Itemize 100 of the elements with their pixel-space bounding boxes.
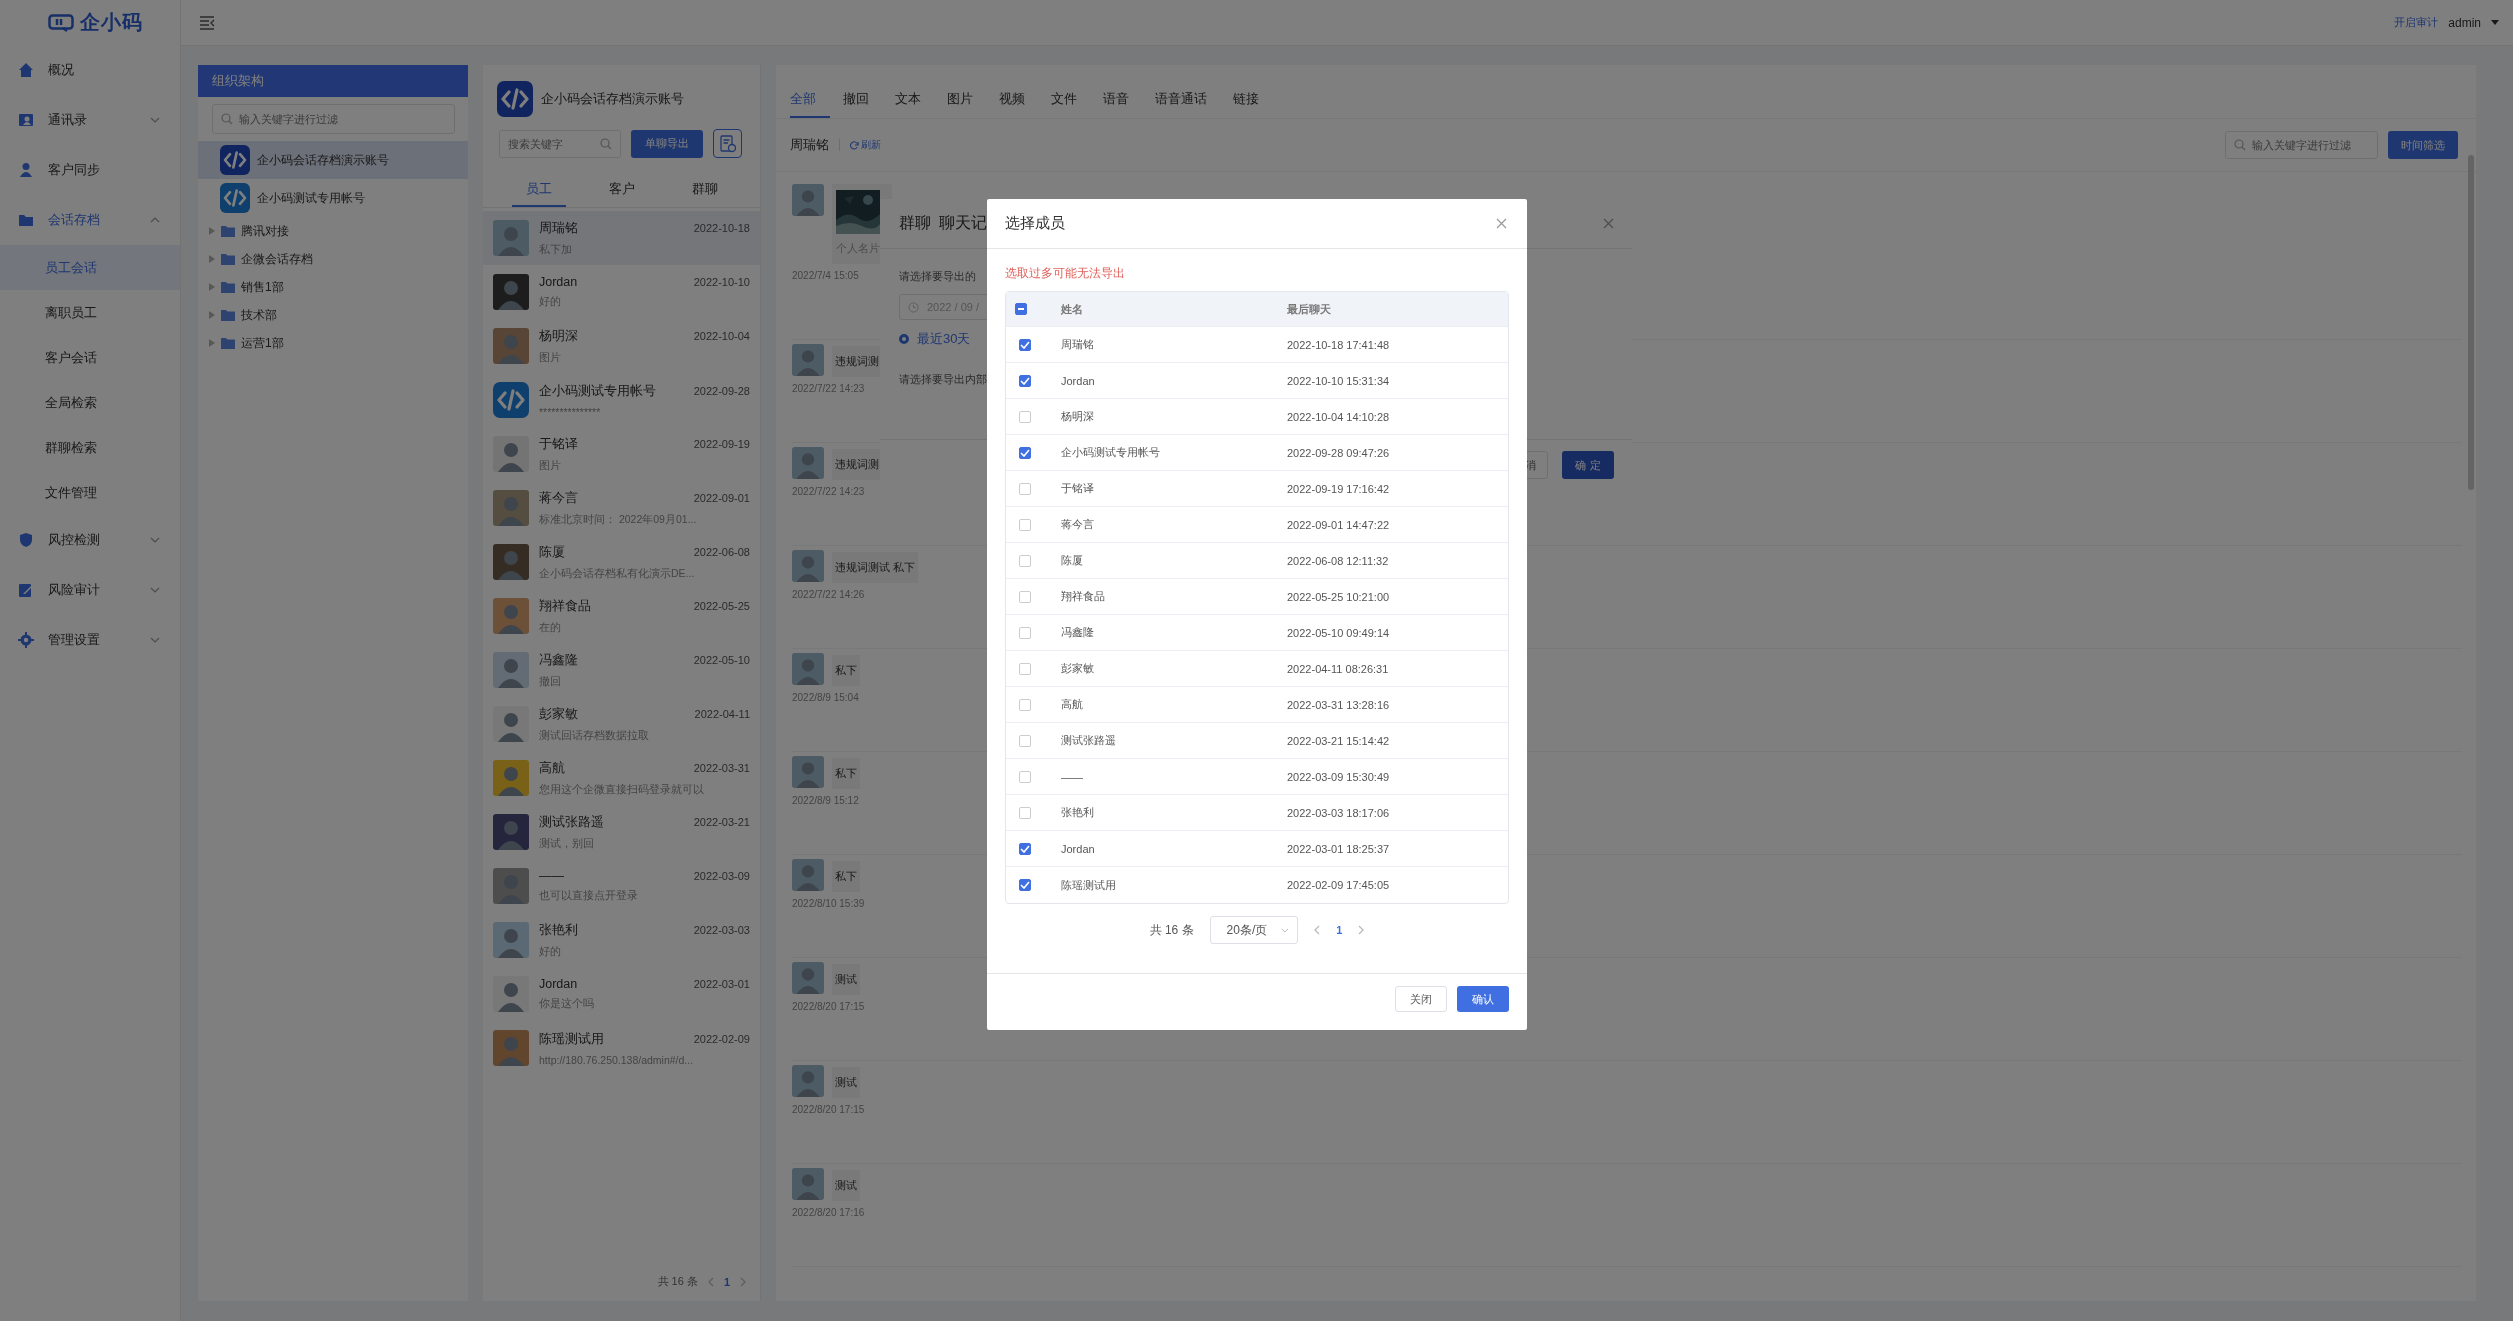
nav-subitem[interactable]: 全局检索 [0, 380, 180, 425]
tree-item[interactable]: 技术部 [198, 301, 468, 329]
checkbox[interactable] [1019, 879, 1031, 891]
nav-item[interactable]: 管理设置 [0, 615, 180, 665]
nav-item[interactable]: 风控检测 [0, 515, 180, 565]
nav-subitem[interactable]: 离职员工 [0, 290, 180, 335]
conversation-date: 2022-03-01 [693, 978, 750, 990]
checkbox[interactable] [1019, 590, 1031, 603]
confirm-button[interactable]: 确 定 [1562, 451, 1614, 479]
search-field[interactable]: 输入关键字进行过滤 [212, 104, 455, 134]
radio-option[interactable]: 最近30天 [899, 330, 971, 348]
tree-item[interactable]: 企小码会话存档演示账号 [198, 141, 468, 179]
checkbox[interactable] [1019, 410, 1031, 423]
checkbox[interactable] [1019, 446, 1031, 459]
filter-tab[interactable]: 撤回 [830, 84, 882, 118]
tab[interactable]: 客户 [594, 174, 649, 207]
menu-icon[interactable] [199, 15, 215, 30]
page-size-select[interactable]: 20条/页 [1209, 916, 1299, 944]
checkbox[interactable] [1019, 626, 1031, 639]
page-number[interactable]: 1 [1336, 924, 1343, 936]
filter-tab[interactable]: 文本 [882, 84, 934, 118]
chevron-icon [150, 537, 160, 543]
filter-tab[interactable]: 链接 [1220, 84, 1272, 118]
confirm-button[interactable]: 确认 [1457, 986, 1509, 1012]
search-field[interactable]: 搜索关键字 [499, 129, 621, 158]
home-icon [18, 62, 34, 78]
nav-item[interactable]: 会话存档 [0, 195, 180, 245]
chevron-icon [150, 217, 160, 223]
next-page-icon[interactable] [1358, 925, 1365, 935]
tree-item[interactable]: 企小码测试专用帐号 [198, 179, 468, 217]
checkbox[interactable] [1019, 770, 1031, 783]
close-icon[interactable] [1496, 218, 1507, 229]
checkbox[interactable] [1019, 518, 1031, 531]
tree-item[interactable]: 腾讯对接 [198, 217, 468, 245]
checkbox[interactable] [1019, 734, 1031, 747]
conversation-date: 2022-10-04 [693, 330, 750, 342]
expand-arrow-icon[interactable] [209, 255, 215, 263]
dialog-title: 选择成员 [1005, 214, 1065, 233]
expand-arrow-icon[interactable] [209, 311, 215, 319]
table-cell-text: 彭家敏 [1061, 661, 1095, 676]
checkbox[interactable] [1019, 842, 1031, 855]
tab[interactable]: 员工 [511, 174, 566, 207]
tree-item[interactable]: 销售1部 [198, 273, 468, 301]
conversation-date: 2022-10-10 [693, 276, 750, 288]
select-all-checkbox[interactable] [1015, 303, 1027, 315]
nav-item[interactable]: 概况 [0, 45, 180, 95]
checkbox[interactable] [1019, 662, 1031, 675]
scrollbar[interactable] [2468, 155, 2474, 490]
filter-tab[interactable]: 文件 [1038, 84, 1090, 118]
nav-subitem[interactable]: 文件管理 [0, 470, 180, 515]
checkbox[interactable] [1019, 806, 1031, 819]
avatar [792, 1168, 824, 1200]
filter-tab[interactable]: 语音 [1090, 84, 1142, 118]
message-time: 2022/8/20 17:15 [792, 1104, 865, 1115]
nav-subitem[interactable]: 群聊检索 [0, 425, 180, 470]
contact-name: Jordan [539, 977, 578, 991]
checkbox[interactable] [1019, 374, 1031, 387]
nav-item[interactable]: 通讯录 [0, 95, 180, 145]
avatar [792, 184, 824, 216]
filter-tab[interactable]: 全部 [790, 84, 830, 118]
message-bubble: 违规词测试 私下 [832, 552, 919, 583]
conversation-item[interactable]: 企小码测试专用帐号 2022-09-28 *************** [483, 373, 760, 427]
checkbox[interactable] [1019, 338, 1031, 351]
expand-arrow-icon[interactable] [209, 339, 215, 347]
export-button[interactable]: 单聊导出 [631, 129, 703, 158]
nav-item[interactable]: 风险审计 [0, 565, 180, 615]
previous-page-icon[interactable] [707, 1276, 714, 1287]
table-cell-text: 周瑞铭 [1061, 337, 1095, 352]
message-time: 2022/7/22 14:26 [792, 589, 865, 600]
table-cell: 2022-06-08 12:11:32 [1287, 554, 1389, 567]
checkbox[interactable] [1019, 698, 1031, 711]
tab[interactable]: 群聊 [677, 174, 732, 207]
user-menu[interactable]: admin [2448, 15, 2481, 30]
search-field[interactable]: 输入关键字进行过滤 [2225, 131, 2378, 159]
refresh-link[interactable]: 刷新 [850, 138, 881, 152]
expand-arrow-icon[interactable] [209, 283, 215, 291]
prompt-text: 请选择要导出内部 [899, 372, 987, 387]
page-number[interactable]: 1 [723, 1275, 730, 1288]
tree-item[interactable]: 运营1部 [198, 329, 468, 357]
filter-tab[interactable]: 语音通话 [1142, 84, 1220, 118]
nav-subitem[interactable]: 员工会话 [0, 245, 180, 290]
conversation-item[interactable]: 陈瑶测试用 2022-02-09 http://180.76.250.138/admin#/d... [483, 1021, 760, 1075]
nav-item[interactable]: 客户同步 [0, 145, 180, 195]
filter-tab[interactable]: 图片 [934, 84, 986, 118]
conversation-item[interactable]: 翔祥食品 2022-05-25 在的 [483, 589, 760, 643]
expand-arrow-icon[interactable] [209, 227, 215, 235]
caret-icon[interactable] [2491, 20, 2499, 25]
audit-link[interactable]: 开启审计 [2394, 15, 2439, 30]
close-icon[interactable] [1603, 218, 1614, 229]
tree-item[interactable]: 企微会话存档 [198, 245, 468, 273]
next-page-icon[interactable] [740, 1276, 746, 1287]
filter-tab[interactable]: 视频 [986, 84, 1038, 118]
checkbox[interactable] [1019, 482, 1031, 495]
checkbox[interactable] [1019, 554, 1031, 567]
nav-subitem[interactable]: 客户会话 [0, 335, 180, 380]
history-button[interactable] [713, 129, 742, 158]
time-filter-button[interactable]: 时间筛选 [2388, 131, 2458, 159]
previous-page-icon[interactable] [1314, 925, 1321, 935]
table-cell-text: 翔祥食品 [1061, 589, 1106, 604]
close-button[interactable]: 关闭 [1395, 986, 1447, 1012]
